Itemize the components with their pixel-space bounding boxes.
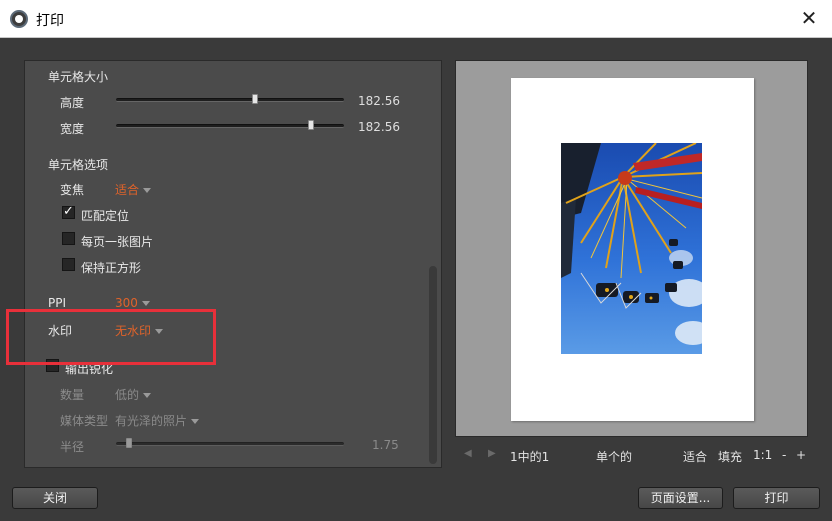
keep-square-checkbox[interactable] <box>62 258 75 271</box>
close-icon[interactable]: ✕ <box>796 5 822 31</box>
width-label: 宽度 <box>60 122 85 136</box>
width-slider-thumb[interactable] <box>308 120 314 130</box>
match-position-label: 匹配定位 <box>81 209 130 223</box>
media-type-label: 媒体类型 <box>60 414 109 428</box>
fit-button[interactable]: 适合 <box>683 448 707 465</box>
zoom-dropdown[interactable]: 适合 <box>115 181 152 198</box>
amount-value: 低的 <box>115 388 140 402</box>
height-label: 高度 <box>60 96 85 110</box>
radius-slider-thumb[interactable] <box>126 438 132 448</box>
chevron-down-icon <box>191 419 200 424</box>
zoom-value: 适合 <box>115 183 140 197</box>
cell-options-heading: 单元格选项 <box>48 158 109 172</box>
chevron-down-icon <box>141 301 150 306</box>
ppi-label: PPI <box>48 296 67 310</box>
amount-dropdown[interactable]: 低的 <box>115 386 152 403</box>
page-counter: 1中的1 <box>510 450 550 464</box>
zoom-label: 变焦 <box>60 183 85 197</box>
view-mode[interactable]: 单个的 <box>596 448 632 465</box>
radius-slider[interactable] <box>116 442 344 446</box>
page-setup-button[interactable]: 页面设置... <box>638 487 723 509</box>
one-per-page-checkbox[interactable] <box>62 232 75 245</box>
zoom-out-button[interactable]: - <box>782 448 786 462</box>
media-type-value: 有光泽的照片 <box>115 414 188 428</box>
keep-square-label: 保持正方形 <box>81 261 142 275</box>
height-slider[interactable] <box>116 98 344 102</box>
chevron-down-icon <box>143 393 152 398</box>
ppi-value: 300 <box>115 296 138 310</box>
width-value: 182.56 <box>358 120 400 134</box>
settings-scrollbar[interactable] <box>429 266 437 464</box>
print-button[interactable]: 打印 <box>733 487 820 509</box>
title-bar: 打印 ✕ <box>0 0 832 38</box>
fill-button[interactable]: 填充 <box>718 448 742 465</box>
preview-page <box>511 78 754 421</box>
one-per-page-label: 每页一张图片 <box>81 235 154 249</box>
print-preview-area <box>455 60 808 437</box>
close-button[interactable]: 关闭 <box>12 487 98 509</box>
ferris-wheel-image <box>561 143 702 345</box>
cell-size-heading: 单元格大小 <box>48 70 109 84</box>
media-type-dropdown[interactable]: 有光泽的照片 <box>115 412 200 429</box>
print-settings-panel: 单元格大小 高度 182.56 宽度 182.56 单元格选项 变焦 适合 匹配… <box>24 60 442 468</box>
amount-label: 数量 <box>60 388 85 402</box>
zoom-in-button[interactable]: + <box>796 448 806 462</box>
radius-label: 半径 <box>60 440 85 454</box>
radius-value: 1.75 <box>372 438 399 452</box>
watermark-highlight-box <box>6 309 216 365</box>
height-slider-thumb[interactable] <box>252 94 258 104</box>
ppi-dropdown[interactable]: 300 <box>115 296 150 310</box>
window-title: 打印 <box>36 13 64 29</box>
next-page-icon[interactable]: ▶ <box>488 448 496 459</box>
match-position-checkbox[interactable] <box>62 204 75 219</box>
ratio-button[interactable]: 1:1 <box>753 448 772 462</box>
height-value: 182.56 <box>358 94 400 108</box>
app-logo-icon <box>10 10 28 28</box>
preview-nav-bar: ◀ ▶ 1中的1 单个的 适合 填充 1:1 - + <box>455 446 808 466</box>
prev-page-icon[interactable]: ◀ <box>464 448 472 459</box>
preview-photo <box>561 143 702 354</box>
chevron-down-icon <box>143 188 152 193</box>
